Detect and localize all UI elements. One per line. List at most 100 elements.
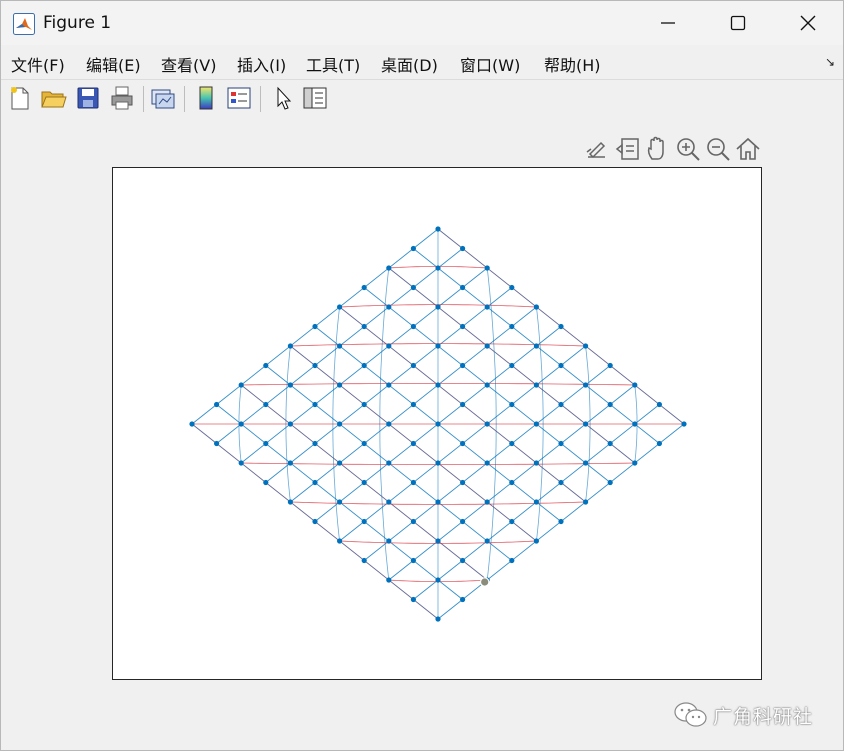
new-figure-icon[interactable] [6,84,34,112]
mesh-point [435,616,441,622]
mesh-point [533,382,539,388]
menu-window[interactable]: 窗口(W) [460,52,520,76]
data-tips-icon[interactable] [614,135,642,163]
mesh-point [484,460,490,466]
highlighted-point[interactable] [479,577,490,587]
home-icon[interactable] [734,135,762,163]
mesh-point [460,518,466,525]
mesh-point [312,479,318,486]
mesh-point [607,401,613,408]
plot-axes[interactable] [112,167,762,680]
save-icon[interactable] [74,84,102,112]
mesh-point [484,421,490,427]
toolbar-separator [184,86,185,112]
close-button[interactable] [773,1,843,45]
mesh-point [361,557,367,564]
mesh-point [435,499,441,505]
mesh-point [410,284,416,291]
mesh-point [337,538,343,544]
mesh-point [509,401,515,408]
maximize-button[interactable] [703,1,773,45]
mesh-point [435,382,441,388]
menu-help[interactable]: 帮助(H) [544,52,601,76]
menu-tools[interactable]: 工具(T) [306,52,360,76]
mesh-point [484,304,490,310]
mesh-point [558,479,564,486]
mesh-point [435,226,441,232]
mesh-point [484,265,490,271]
menu-file[interactable]: 文件(F) [11,52,65,76]
mesh-point [435,343,441,349]
mesh-point [460,479,466,486]
mesh-point [337,304,343,310]
menu-insert[interactable]: 插入(I) [237,52,286,76]
mesh-point [509,518,515,525]
legend-icon[interactable] [225,84,253,112]
mesh-point [460,596,466,603]
mesh-point [410,518,416,525]
mesh-point [460,440,466,447]
mesh-point [509,323,515,330]
mesh-point [681,421,687,427]
mesh-point [410,440,416,447]
watermark-text: 广角科研社 [713,706,814,728]
toolbar-separator [260,86,261,112]
property-inspector-icon[interactable] [301,84,329,112]
mesh-point [533,421,539,427]
mesh-point [583,343,589,349]
colorbar-icon[interactable] [192,84,220,112]
mesh-point [460,323,466,330]
mesh-point [509,284,515,291]
mesh-point [287,343,293,349]
mesh-point [312,440,318,447]
mesh-point [435,577,441,583]
mesh-point [583,460,589,466]
print-icon[interactable] [108,84,136,112]
mesh-point [361,323,367,330]
brush-icon[interactable] [583,135,611,163]
mesh-point [238,382,244,388]
mesh-point [632,460,638,466]
open-folder-icon[interactable] [39,84,67,112]
mesh-point [386,265,392,271]
watermark: 广角科研社 [669,699,829,729]
mesh-point [214,401,220,408]
mesh-point [632,382,638,388]
mesh-point [287,421,293,427]
mesh-point [460,245,466,252]
mesh-point [558,401,564,408]
mesh-point [435,538,441,544]
mesh-point [460,284,466,291]
mesh-point [509,479,515,486]
mesh-point [263,362,269,369]
menu-desktop[interactable]: 桌面(D) [381,52,438,76]
mesh-point [361,284,367,291]
minimize-icon [661,22,675,24]
window-title: Figure 1 [43,13,112,33]
mesh-point [558,323,564,330]
mesh-point [337,421,343,427]
dock-arrow-icon[interactable]: ↘ [825,55,835,69]
mesh-point [583,382,589,388]
mesh-point [632,421,638,427]
mesh-point [484,382,490,388]
zoom-in-icon[interactable] [674,135,702,163]
menu-edit[interactable]: 编辑(E) [86,52,141,76]
link-plot-icon[interactable] [149,84,177,112]
figure-toolbar [1,79,843,119]
mesh-point [361,362,367,369]
minimize-button[interactable] [633,1,703,45]
mesh-point [361,479,367,486]
mesh-point [410,401,416,408]
mesh-point [361,518,367,525]
zoom-out-icon[interactable] [704,135,732,163]
mesh-point [386,538,392,544]
mesh-point [263,479,269,486]
pointer-icon[interactable] [269,84,297,112]
pan-hand-icon[interactable] [644,135,672,163]
mesh-point [607,440,613,447]
mesh-point [583,421,589,427]
menu-view[interactable]: 查看(V) [161,52,216,76]
mesh-point [558,518,564,525]
mesh-point [435,421,441,427]
